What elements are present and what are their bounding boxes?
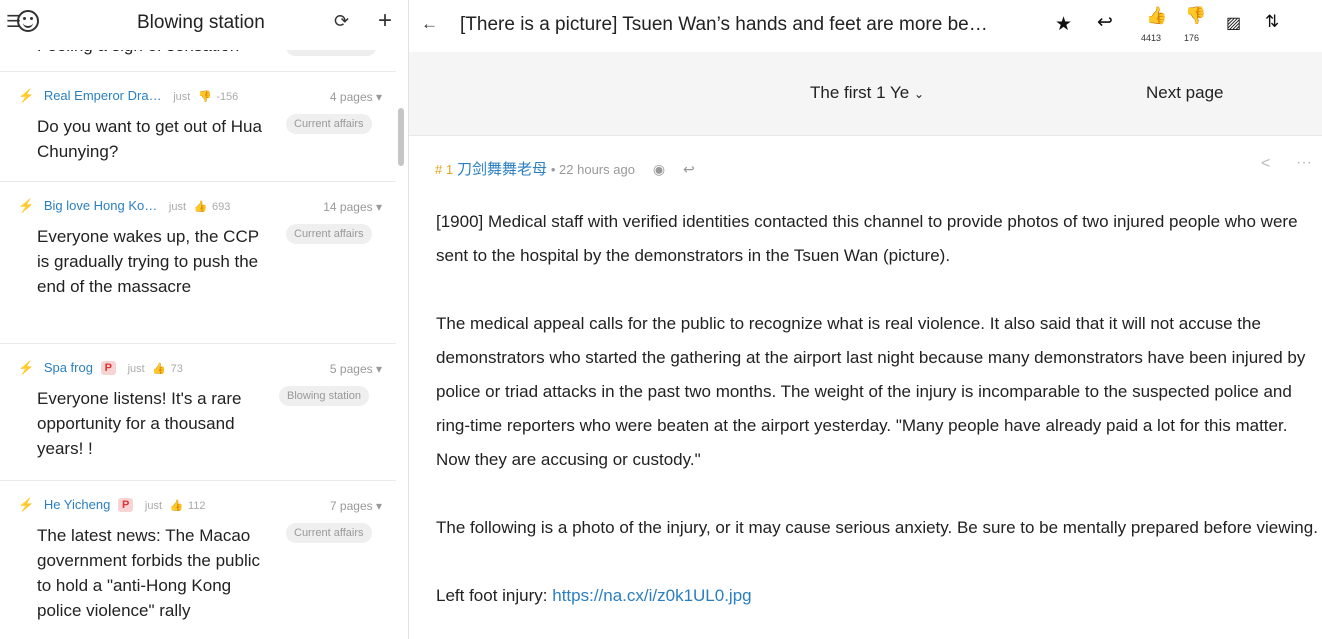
thread-list-pane: Feeling a sigh of sensation ☰ Blowing st…: [0, 0, 409, 639]
post-paragraph: [1900] Medical staff with verified ident…: [436, 212, 1298, 265]
thread-view-pane: ← [There is a picture] Tsuen Wan’s hands…: [409, 0, 1322, 639]
star-icon[interactable]: ★: [1055, 13, 1072, 36]
thread-meta: ⚡ He Yicheng P just 👍 112: [18, 497, 206, 513]
thumb-down-icon[interactable]: 👎: [1185, 6, 1206, 26]
dot-separator: •: [550, 162, 560, 177]
thread-pages-dropdown[interactable]: 7 pages ▾: [330, 499, 382, 513]
thread-score: 693: [211, 201, 231, 213]
thread-item[interactable]: ⚡ He Yicheng P just 👍 112 7 pages ▾ The …: [0, 480, 396, 639]
next-page-button[interactable]: Next page: [1146, 83, 1224, 103]
chevron-down-icon: ▾: [375, 362, 382, 376]
pages-label: 4 pages: [329, 90, 373, 104]
thread-author[interactable]: Big love Hong Ko…: [44, 198, 157, 213]
thread-author[interactable]: Real Emperor Dra…: [44, 88, 162, 103]
pagination-bar: The first 1 Ye ⌄ Next page: [409, 52, 1322, 136]
thread-list-header: ☰ Blowing station ⟳ +: [0, 0, 408, 50]
share-icon[interactable]: <: [1261, 155, 1270, 173]
thread-meta: ⚡ Real Emperor Dra… just 👎 -156: [18, 88, 238, 104]
page-selector[interactable]: The first 1 Ye ⌄: [810, 83, 924, 103]
channel-title[interactable]: Blowing station: [137, 12, 265, 34]
post-time: 22 hours ago: [559, 162, 635, 177]
thread-pages-dropdown[interactable]: 14 pages ▾: [323, 200, 382, 214]
chevron-down-icon: ▾: [375, 200, 382, 214]
category-tag[interactable]: Current affairs: [286, 224, 372, 244]
back-arrow-icon[interactable]: ←: [421, 14, 438, 34]
reply-icon[interactable]: ↩: [1097, 11, 1113, 34]
thread-author[interactable]: He Yicheng: [44, 497, 111, 512]
thread-score: -156: [216, 91, 239, 103]
thumb-up-icon[interactable]: 👍: [1146, 6, 1167, 26]
thumb-up-icon: 👍: [169, 500, 184, 512]
post-meta: # 1 刀剑舞舞老母 • 22 hours ago ◉ ↩: [435, 158, 695, 179]
thumb-down-icon: 👎: [197, 91, 212, 103]
post-paragraph: The following is a photo of the injury, …: [436, 518, 1318, 537]
post-number: # 1: [435, 162, 454, 177]
image-icon[interactable]: ▨: [1226, 13, 1241, 33]
thread-time: just: [127, 363, 145, 375]
thread-pages-dropdown[interactable]: 4 pages ▾: [330, 90, 382, 104]
thread-item[interactable]: ⚡ Spa frog P just 👍 73 5 pages ▾ Everyon…: [0, 343, 396, 480]
thread-meta: ⚡ Big love Hong Ko… just 👍 693: [18, 198, 230, 214]
thread-title[interactable]: Everyone wakes up, the CCP is gradually …: [37, 224, 273, 299]
lightning-icon: ⚡: [18, 497, 35, 512]
post-author[interactable]: 刀剑舞舞老母: [457, 161, 547, 178]
thread-time: just: [168, 201, 187, 213]
thread-time: just: [144, 500, 163, 512]
thread-time: just: [173, 91, 191, 103]
refresh-icon[interactable]: ⟳: [334, 11, 349, 32]
category-tag[interactable]: Blowing station: [279, 386, 369, 406]
post-paragraph: The medical appeal calls for the public …: [436, 314, 1306, 469]
thread-title[interactable]: Everyone listens! It's a rare opportunit…: [37, 386, 273, 461]
chevron-down-icon: ⌄: [913, 87, 925, 101]
scrollbar[interactable]: [398, 108, 404, 166]
thread-header: ← [There is a picture] Tsuen Wan’s hands…: [409, 0, 1322, 52]
thumb-up-icon: 👍: [193, 201, 208, 213]
thread-score: 73: [170, 363, 183, 375]
lightning-icon: ⚡: [18, 360, 35, 375]
thread-item[interactable]: ⚡ Real Emperor Dra… just 👎 -156 4 pages …: [0, 71, 396, 181]
thread-title: [There is a picture] Tsuen Wan’s hands a…: [460, 14, 988, 35]
reply-icon[interactable]: ↩: [683, 161, 695, 177]
link-label: Left foot injury:: [436, 586, 553, 605]
post-body: [1900] Medical staff with verified ident…: [436, 205, 1320, 639]
chevron-down-icon: ▾: [375, 90, 382, 104]
post-paragraph-link: Left foot injury: https://na.cx/i/z0k1UL…: [436, 579, 1320, 613]
category-tag[interactable]: Current affairs: [286, 114, 372, 134]
thread-item[interactable]: ⚡ Big love Hong Ko… just 👍 693 14 pages …: [0, 181, 396, 343]
like-count: 4413: [1141, 33, 1162, 43]
pages-label: 5 pages: [329, 362, 373, 376]
thread-score: 112: [187, 500, 206, 512]
pages-label: 7 pages: [329, 499, 373, 513]
sort-icon[interactable]: ⇅: [1265, 12, 1279, 32]
thread-pages-dropdown[interactable]: 5 pages ▾: [330, 362, 382, 376]
thread-author[interactable]: Spa frog: [44, 360, 93, 375]
chevron-down-icon: ▾: [375, 499, 382, 513]
thread-meta: ⚡ Spa frog P just 👍 73: [18, 360, 183, 376]
category-tag[interactable]: Current affairs: [286, 523, 372, 543]
eye-icon[interactable]: ◉: [653, 161, 665, 177]
thread-title[interactable]: The latest news: The Macao government fo…: [37, 523, 273, 623]
smiley-icon[interactable]: [17, 10, 39, 32]
p-badge: P: [117, 498, 134, 512]
lightning-icon: ⚡: [18, 198, 35, 213]
image-link[interactable]: https://na.cx/i/z0k1UL0.jpg: [552, 586, 751, 605]
new-thread-icon[interactable]: +: [378, 7, 392, 35]
thread-title[interactable]: Do you want to get out of Hua Chunying?: [37, 114, 273, 164]
thumb-up-icon: 👍: [152, 363, 167, 375]
dislike-count: 176: [1184, 33, 1200, 43]
page-selector-label: The first 1 Ye: [810, 83, 910, 102]
more-icon[interactable]: ···: [1296, 154, 1312, 172]
lightning-icon: ⚡: [18, 88, 35, 103]
pages-label: 14 pages: [323, 200, 373, 214]
p-badge: P: [100, 361, 116, 375]
